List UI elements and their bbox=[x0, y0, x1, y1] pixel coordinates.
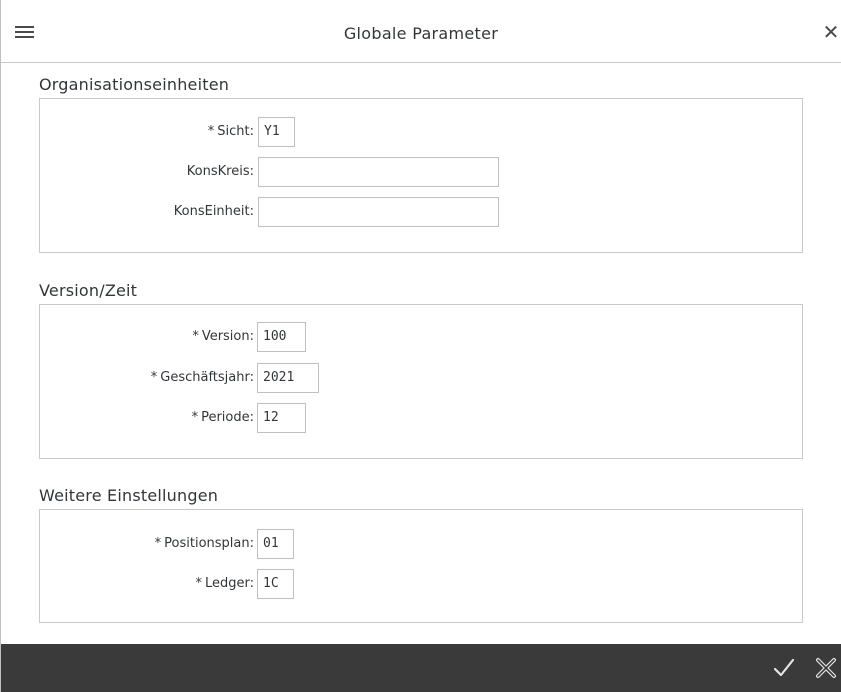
group-version-zeit: * Version: 100 * Geschäftsjahr: 2021 * Peri… bbox=[39, 304, 803, 459]
checkmark-icon bbox=[773, 658, 795, 677]
version-input[interactable]: 100 bbox=[257, 322, 306, 352]
field-row-geschaeftsjahr: * Geschäftsjahr: 2021 bbox=[40, 363, 802, 393]
section-title-weitere-einstellungen: Weitere Einstellungen bbox=[39, 486, 219, 505]
field-row-ledger: * Ledger: 1C bbox=[40, 569, 802, 599]
field-label: * Periode: bbox=[191, 410, 254, 425]
field-row-sicht: * Sicht: Y1 bbox=[40, 117, 802, 147]
geschaeftsjahr-input[interactable]: 2021 bbox=[257, 363, 319, 393]
global-parameters-dialog: Globale Parameter ✕ Organisationseinheit… bbox=[0, 0, 841, 692]
field-row-periode: * Periode: 12 bbox=[40, 403, 802, 433]
sicht-input[interactable]: Y1 bbox=[258, 117, 295, 147]
required-marker: * bbox=[195, 576, 202, 591]
required-marker: * bbox=[207, 124, 215, 139]
positionsplan-input[interactable]: 01 bbox=[257, 529, 294, 559]
dialog-title: Globale Parameter bbox=[343, 24, 499, 43]
dialog-footer bbox=[1, 644, 841, 692]
field-label: * Version: bbox=[192, 329, 254, 344]
field-row-konseinheit: KonsEinheit: bbox=[40, 197, 802, 227]
confirm-button[interactable] bbox=[773, 656, 795, 680]
cancel-button[interactable] bbox=[815, 656, 837, 680]
field-row-konskreis: KonsKreis: bbox=[40, 157, 802, 187]
required-marker: * bbox=[154, 536, 162, 551]
field-label: KonsEinheit: bbox=[173, 204, 254, 219]
field-label: * Sicht: bbox=[207, 124, 254, 139]
ledger-input[interactable]: 1C bbox=[257, 569, 294, 599]
field-label: * Positionsplan: bbox=[154, 536, 254, 551]
field-row-positionsplan: * Positionsplan: 01 bbox=[40, 529, 802, 559]
section-title-version-zeit: Version/Zeit bbox=[39, 281, 138, 300]
field-label: KonsKreis: bbox=[186, 164, 254, 179]
required-marker: * bbox=[150, 370, 158, 385]
required-marker: * bbox=[191, 410, 199, 425]
group-weitere-einstellungen: * Positionsplan: 01 * Ledger: 1C bbox=[39, 509, 803, 623]
close-icon[interactable]: ✕ bbox=[821, 21, 841, 43]
required-marker: * bbox=[192, 329, 199, 344]
section-title-organisationseinheiten: Organisationseinheiten bbox=[39, 75, 230, 94]
group-organisationseinheiten: * Sicht: Y1 KonsKreis: KonsEinheit: bbox=[39, 98, 803, 253]
field-row-version: * Version: 100 bbox=[40, 322, 802, 352]
konskreis-input[interactable] bbox=[258, 157, 499, 187]
dialog-header: Globale Parameter ✕ bbox=[1, 0, 841, 63]
cancel-icon bbox=[816, 658, 836, 678]
field-label: * Ledger: bbox=[195, 576, 254, 591]
field-label: * Geschäftsjahr: bbox=[150, 370, 254, 385]
periode-input[interactable]: 12 bbox=[257, 403, 306, 433]
konseinheit-input[interactable] bbox=[258, 197, 499, 227]
